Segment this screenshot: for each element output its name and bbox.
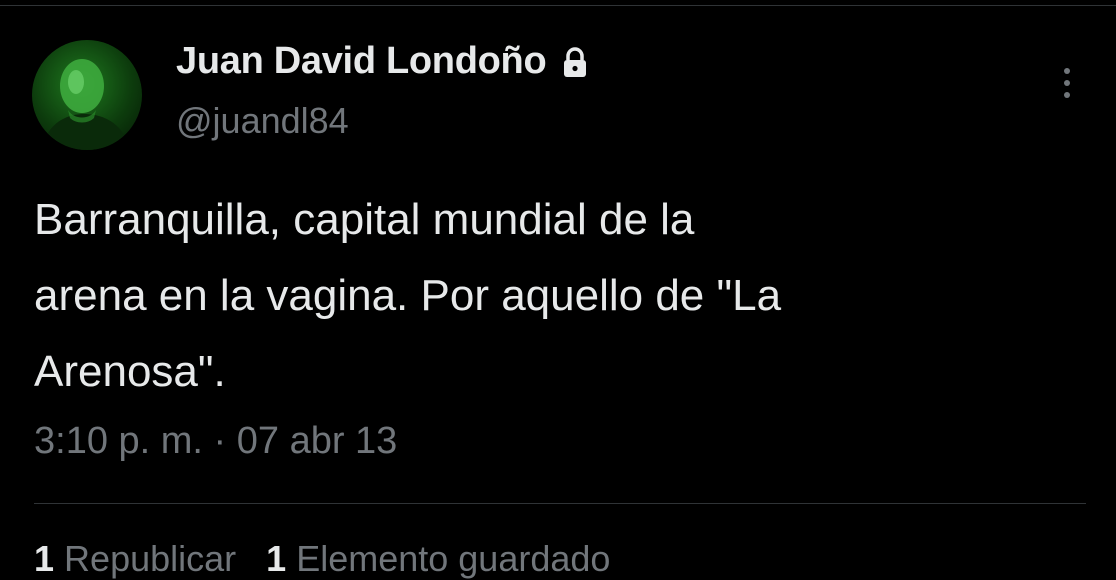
author-handle[interactable]: @juandl84 [176,100,349,142]
author-display-name[interactable]: Juan David Londoño [176,40,547,83]
more-vertical-icon-dot [1064,80,1070,86]
avatar-portrait-icon [42,59,130,150]
author-header: Juan David Londoño [176,40,590,83]
reposts-stat[interactable]: 1 Republicar [34,538,236,579]
lock-icon [560,46,590,80]
avatar[interactable] [32,40,142,150]
more-options-button[interactable] [1052,62,1082,104]
bookmarks-label: Elemento guardado [296,538,611,579]
tweet-stats: 1 Republicar 1 Elemento guardado [34,538,610,580]
bookmarks-stat[interactable]: 1 Elemento guardado [266,538,610,579]
more-vertical-icon-dot [1064,92,1070,98]
reposts-count: 1 [34,538,55,579]
stats-divider [34,503,1086,504]
bookmarks-count: 1 [266,538,287,579]
tweet-text: Barranquilla, capital mundial de la aren… [34,195,782,396]
top-divider [0,5,1116,6]
tweet-timestamp[interactable]: 3:10 p. m. · 07 abr 13 [34,420,397,463]
more-vertical-icon [1064,68,1070,74]
reposts-label: Republicar [64,538,237,579]
